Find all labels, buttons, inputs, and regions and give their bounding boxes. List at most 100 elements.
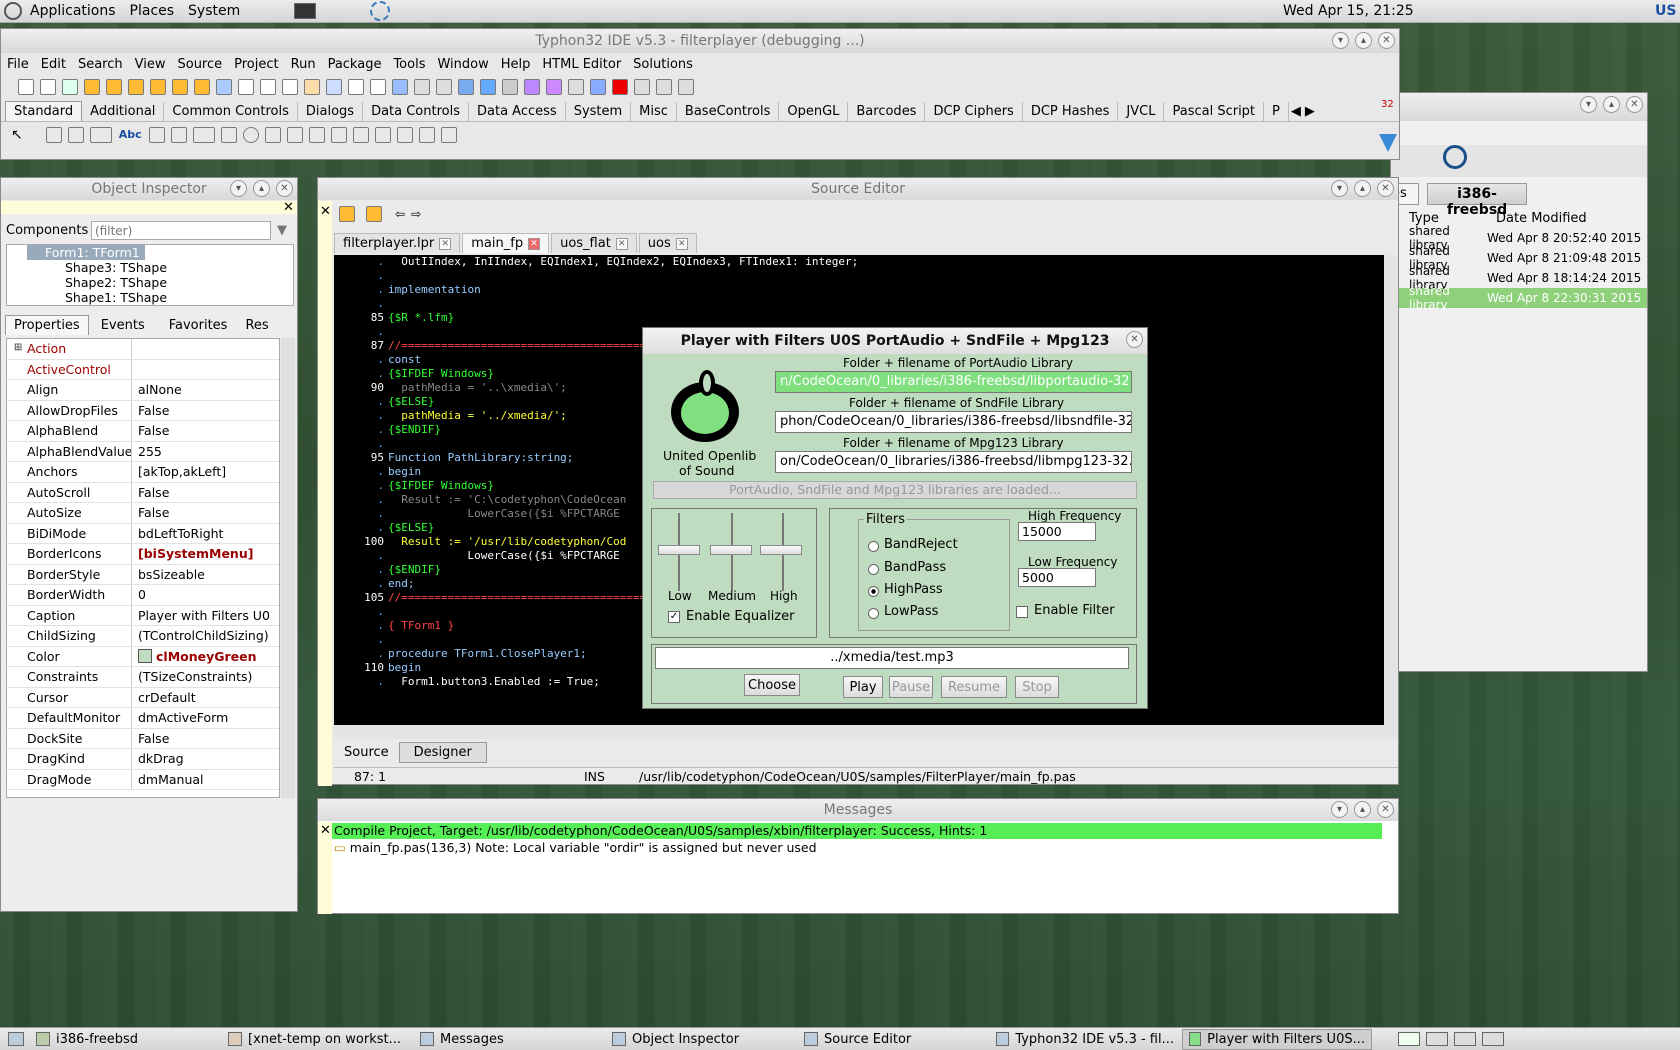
workspace-3[interactable] [1454,1032,1476,1046]
path-button[interactable]: i386-freebsd [1427,183,1527,218]
property-row[interactable]: BiDiMode bdLeftToRight [7,523,279,544]
property-row[interactable]: Align alNone [7,380,279,401]
tab-source[interactable]: Source [334,743,399,762]
tab-events[interactable]: Events [89,316,157,335]
tab-data-access[interactable]: Data Access [469,102,566,121]
lowpass-label[interactable]: LowPass [884,604,938,619]
property-row[interactable]: Color clMoneyGreen [7,646,279,667]
dock-close-icon[interactable]: ✕ [320,204,331,219]
property-row[interactable]: AlphaBlendValue 255 [7,441,279,462]
minimize-icon[interactable]: ▾ [1332,32,1349,49]
keyboard-layout[interactable]: US [1655,3,1676,19]
play-button[interactable]: Play [843,676,883,698]
eq-medium-slider[interactable] [710,545,752,555]
property-row[interactable]: ⊞ Anchors [akTop,akLeft] [7,342,279,483]
task-player[interactable]: Player with Filters U0S... [1182,1028,1372,1050]
task-xnet-temp[interactable]: [xnet-temp on workst... [222,1029,412,1050]
radiobutton-icon[interactable] [242,126,259,143]
project-options-icon[interactable] [392,79,408,95]
property-value[interactable]: False [131,728,279,748]
open-icon[interactable] [84,79,100,95]
popupmenu-icon[interactable] [67,126,84,143]
task-file-browser[interactable]: i386-freebsd [30,1029,220,1050]
property-row[interactable]: Action [7,339,279,360]
toggle-form-icon[interactable] [348,79,364,95]
sndfile-path-input[interactable]: phon/CodeOcean/0_libraries/i386-freebsd/… [775,411,1132,433]
code-line[interactable]: . implementation [334,283,1384,297]
property-row[interactable]: BorderStyle bsSizeable [7,564,279,585]
memo-icon[interactable] [170,126,187,143]
property-value[interactable]: 255 [131,441,279,461]
property-row[interactable]: Caption Player with Filters U0 [7,605,279,626]
menu-file[interactable]: File [7,57,29,72]
expand-icon[interactable]: ⊞ [14,342,22,353]
new-form-icon[interactable] [40,79,56,95]
property-value[interactable]: False [131,400,279,420]
task-source-editor[interactable]: Source Editor [798,1029,988,1050]
menu-system[interactable]: System [188,3,240,19]
tab-pascal-script[interactable]: Pascal Script [1164,102,1265,121]
property-row[interactable]: DragKind dkDrag [7,749,279,770]
stop-button[interactable]: Stop [1015,676,1059,698]
maximize-icon[interactable]: ▴ [1354,180,1371,197]
property-row[interactable]: BorderWidth 0 [7,585,279,606]
property-value[interactable]: dkDrag [131,749,279,769]
menu-solutions[interactable]: Solutions [633,57,693,72]
choose-button[interactable]: Choose [744,674,800,696]
resume-button[interactable]: Resume [941,676,1007,698]
property-value[interactable]: [akTop,akLeft] [131,462,279,482]
bandreject-label[interactable]: BandReject [884,537,958,552]
actionlist-icon[interactable] [440,126,457,143]
tree-item-shape3[interactable]: Shape3: TShape [7,260,293,275]
pointer-icon[interactable]: ↖ [11,127,23,143]
bandpass-label[interactable]: BandPass [884,560,946,575]
maximize-icon[interactable]: ▴ [1355,32,1372,49]
tab-system[interactable]: System [566,102,632,121]
message-success[interactable]: Compile Project, Target: /usr/lib/codety… [332,823,1382,839]
tab-favorites[interactable]: Favorites [157,316,240,335]
close-icon[interactable]: ✕ [1626,96,1643,113]
checkbox-icon[interactable] [220,126,237,143]
mpg123-path-input[interactable]: on/CodeOcean/0_libraries/i386-freebsd/li… [775,451,1132,473]
minimize-icon[interactable]: ▾ [1580,96,1597,113]
new-unit-icon[interactable] [62,79,78,95]
tab-common-controls[interactable]: Common Controls [164,102,298,121]
stop-icon[interactable] [612,79,628,95]
close-icon[interactable]: ✕ [675,237,688,250]
radio-highpass[interactable] [868,586,879,597]
property-row[interactable]: DefaultMonitor dmActiveForm [7,708,279,729]
enable-filter-checkbox[interactable] [1016,606,1028,618]
tab-additional[interactable]: Additional [82,102,165,121]
code-line[interactable]: 85 {$R *.lfm} [334,311,1384,325]
workspace-2[interactable] [1426,1032,1448,1046]
code-line[interactable]: . [334,269,1384,283]
property-value[interactable]: [biSystemMenu] [131,544,279,564]
menu-search[interactable]: Search [78,57,123,72]
tab-opengl[interactable]: OpenGL [779,102,849,121]
property-row[interactable]: AutoSize False [7,503,279,524]
media-file-input[interactable]: ../xmedia/test.mp3 [655,647,1129,669]
property-value[interactable]: crDefault [131,687,279,707]
task-typhon-ide[interactable]: Typhon32 IDE v5.3 - fil... [990,1029,1180,1050]
dock-close-icon[interactable]: ✕ [320,823,331,838]
property-value[interactable]: dmActiveForm [131,708,279,728]
radiogroup-icon[interactable] [352,126,369,143]
property-row[interactable]: DragMode dmManual [7,769,279,790]
togglebox-icon[interactable] [192,126,215,143]
property-scrollbar[interactable] [281,338,295,798]
groupbox-icon[interactable] [330,126,347,143]
property-value[interactable]: bdLeftToRight [131,523,279,543]
close-icon[interactable]: ✕ [1126,331,1143,348]
pause-icon[interactable] [590,79,606,95]
search-icon[interactable] [1443,145,1467,169]
property-value[interactable]: (TSizeConstraints) [131,667,279,687]
show-desktop-icon[interactable] [8,1032,24,1046]
menu-run[interactable]: Run [291,57,316,72]
property-value[interactable] [131,359,279,379]
menu-project[interactable]: Project [234,57,278,72]
menu-package[interactable]: Package [328,57,382,72]
property-value[interactable]: dmManual [131,769,279,789]
code-line[interactable]: . [334,297,1384,311]
scroll-right-icon[interactable]: ▶ [1303,102,1317,121]
combobox-icon[interactable] [286,126,303,143]
